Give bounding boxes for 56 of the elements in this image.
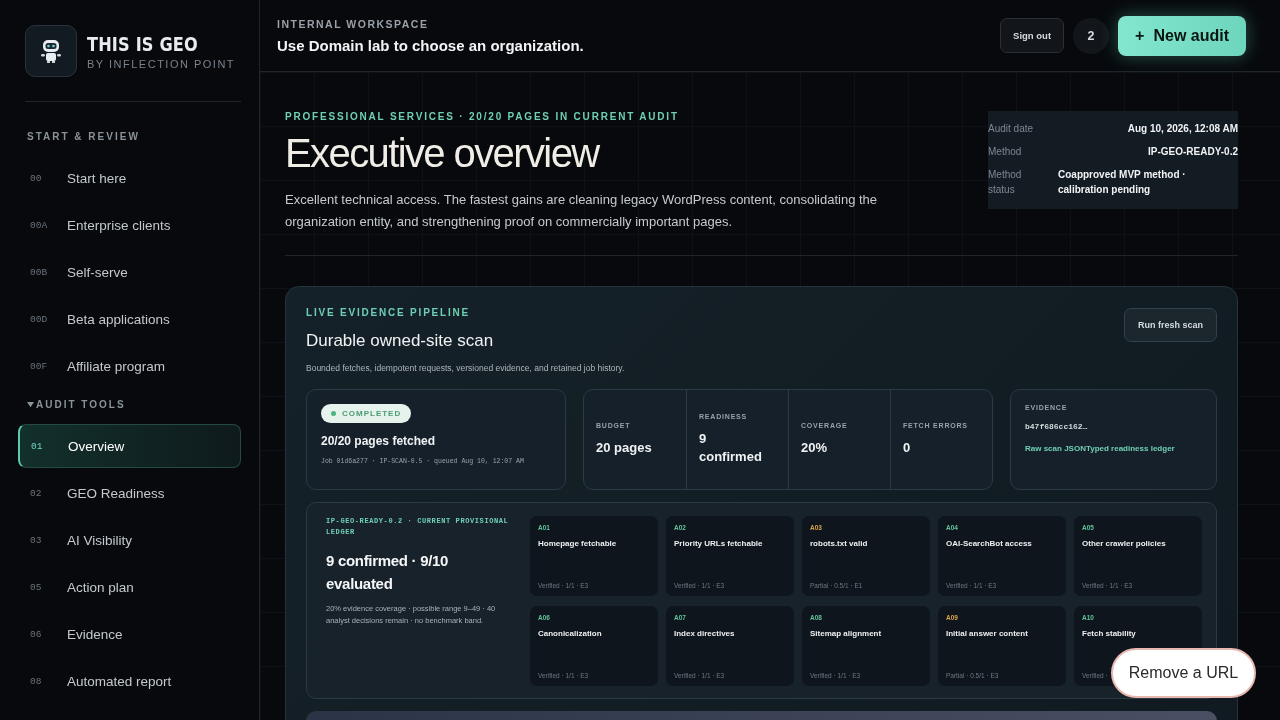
robot-logo-icon xyxy=(25,25,77,77)
sidebar-item[interactable]: 02 GEO Readiness xyxy=(18,471,241,515)
sidebar-item[interactable]: 00 Start here xyxy=(18,156,241,200)
check-title: robots.txt valid xyxy=(810,539,869,548)
section-heading: AUDIT TOOLS xyxy=(36,398,126,410)
workspace-message: Use Domain lab to choose an organization. xyxy=(277,36,584,54)
meta-value: IP-GEO-READY-0.2 xyxy=(1146,145,1238,159)
check-title: OAI-SearchBot access xyxy=(946,539,1033,548)
meta-value: Aug 10, 2026, 12:08 AM xyxy=(1126,122,1238,136)
run-scan-button[interactable]: Run fresh scan xyxy=(1123,308,1217,342)
sign-out-button[interactable]: Sign out xyxy=(1000,18,1065,53)
brand-title: THIS IS GEO xyxy=(87,32,199,55)
meta-label: Method xyxy=(988,145,1023,159)
pipeline-eyebrow: LIVE EVIDENCE PIPELINE xyxy=(306,307,472,318)
stat-value: 0 xyxy=(903,439,912,457)
evidence-link[interactable]: Typed readiness ledger xyxy=(1085,444,1175,453)
remove-url-toast[interactable]: Remove a URL xyxy=(1111,648,1256,698)
sidebar-item[interactable]: 06 Evidence xyxy=(18,612,241,656)
brand-subtitle: BY INFLECTION POINT xyxy=(87,57,236,70)
check-title: Fetch stability xyxy=(1082,629,1137,638)
check-title: Index directives xyxy=(674,629,736,638)
summary-text: Excellent technical access. The fastest gains are cleaning legacy WordPress content, consolidating the organization entity, and strengthening proof on commercially important pages. xyxy=(285,191,879,231)
evidence-hash: b47f686cc162… xyxy=(1025,422,1089,431)
stat-value: 20% xyxy=(801,439,829,457)
sidebar-item[interactable]: 00F Affiliate program xyxy=(18,344,241,388)
check-title: Initial answer content xyxy=(946,629,1029,638)
sidebar-item[interactable]: 08 Automated report xyxy=(18,659,241,703)
ledger-headline: 9 confirmed · 9/10 evaluated xyxy=(326,551,450,594)
sidebar-item[interactable]: 01 Overview xyxy=(18,424,241,468)
sidebar-item[interactable]: 00D Beta applications xyxy=(18,297,241,341)
new-audit-button[interactable]: + New audit xyxy=(1118,15,1246,56)
caret-icon[interactable] xyxy=(27,400,34,408)
meta-label: Method status xyxy=(988,168,1023,197)
check-title: Canonicalization xyxy=(538,629,603,638)
sidebar-item[interactable]: 00A Enterprise clients xyxy=(18,203,241,247)
meta-value: Coapproved MVP method · calibration pending xyxy=(1058,168,1187,197)
check-title: Priority URLs fetchable xyxy=(674,539,764,548)
count-badge: 2 xyxy=(1073,17,1110,54)
evidence-link[interactable]: Raw scan JSON xyxy=(1025,444,1086,453)
check-title: Homepage fetchable xyxy=(538,539,618,548)
check-title: Sitemap alignment xyxy=(810,629,883,638)
page-title: Executive overview xyxy=(285,131,601,175)
pipeline-title: Durable owned-site scan xyxy=(306,331,495,351)
sidebar-item[interactable]: 05 Action plan xyxy=(18,565,241,609)
section-heading: START & REVIEW xyxy=(27,130,140,142)
sidebar-item[interactable]: 03 AI Visibility xyxy=(18,518,241,562)
sidebar-item[interactable]: 00B Self-serve xyxy=(18,250,241,294)
header-eyebrow: PROFESSIONAL SERVICES · 20/20 PAGES IN CURRENT AUDIT xyxy=(285,111,680,122)
status-badge: COMPLETED xyxy=(321,404,412,423)
job-headline: 20/20 pages fetched xyxy=(321,434,437,448)
stat-value: 9 confirmed xyxy=(699,430,763,466)
meta-label: Audit date xyxy=(988,122,1035,136)
pipeline-description: Bounded fetches, idempotent requests, versioned evidence, and retained job history. xyxy=(306,363,625,373)
stat-value: 20 pages xyxy=(596,439,653,457)
workspace-label: INTERNAL WORKSPACE xyxy=(277,17,430,30)
check-title: Other crawler policies xyxy=(1082,539,1167,548)
